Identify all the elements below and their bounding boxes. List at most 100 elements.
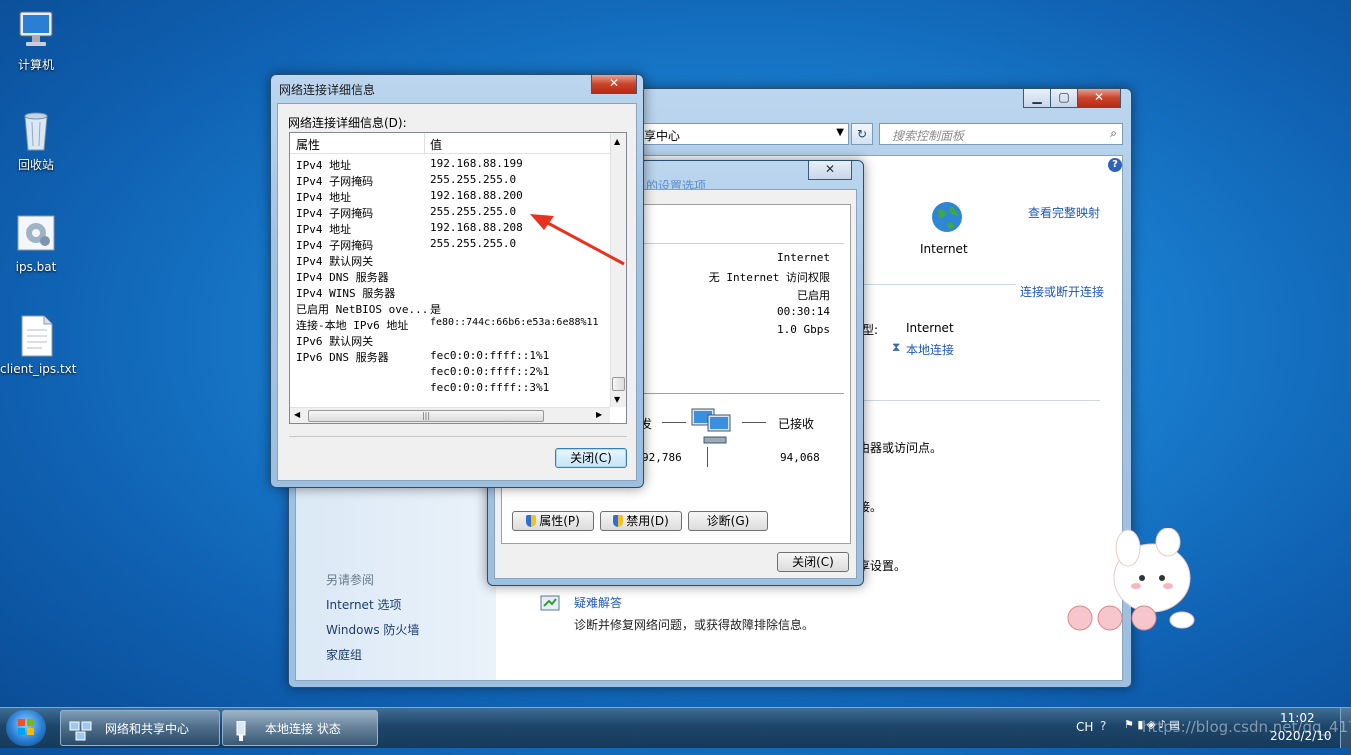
row-property: 已启用 NetBIOS ove...: [296, 303, 429, 316]
show-desktop-button[interactable]: [1340, 708, 1351, 748]
scroll-left-icon[interactable]: ◀: [294, 410, 300, 419]
minimize-button[interactable]: ▁: [1023, 89, 1051, 108]
scroll-down-icon[interactable]: ▼: [614, 395, 620, 404]
duration: 00:30:14: [777, 305, 830, 318]
sidebar-item-internet-options[interactable]: Internet 选项: [326, 596, 401, 613]
close-status-button[interactable]: 关闭(C): [777, 552, 849, 572]
ipv6-connectivity: 无 Internet 访问权限: [708, 271, 830, 284]
desktop-icon-label: 回收站: [17, 158, 54, 172]
close-button[interactable]: ✕: [808, 161, 852, 180]
row-property: IPv4 地址: [296, 191, 352, 204]
list-row[interactable]: IPv4 地址 192.168.88.200: [296, 189, 616, 205]
troubleshoot-link[interactable]: 疑难解答: [574, 594, 622, 611]
troubleshoot-description: 诊断并修复网络问题，或获得故障排除信息。: [574, 618, 815, 632]
taskbar-item-label: 网络和共享中心: [105, 722, 190, 736]
list-row[interactable]: IPv6 默认网关: [296, 333, 616, 349]
start-button[interactable]: [6, 710, 46, 746]
local-connection-link[interactable]: 本地连接: [906, 341, 954, 358]
sidebar-item-homegroup[interactable]: 家庭组: [326, 646, 362, 663]
list-row[interactable]: IPv4 地址 192.168.88.199: [296, 157, 616, 173]
troubleshoot-icon: [540, 594, 560, 615]
text-file-icon: [14, 314, 58, 358]
clock-time[interactable]: 11:02: [1280, 711, 1315, 725]
row-property: IPv4 子网掩码: [296, 175, 374, 188]
scroll-thumb-h[interactable]: |||: [308, 410, 544, 422]
dialog-title: 网络连接详细信息: [279, 83, 376, 97]
list-row[interactable]: IPv4 DNS 服务器: [296, 269, 616, 285]
network-activity-icon: [690, 405, 736, 452]
vertical-scrollbar[interactable]: ▲ ▼: [610, 133, 626, 407]
properties-button[interactable]: 属性(P): [512, 511, 594, 531]
list-row[interactable]: fec0:0:0:ffff::2%1: [296, 365, 616, 381]
details-list[interactable]: 属性 值 IPv4 地址 192.168.88.199 IPv4 子网掩码 255.…: [289, 132, 627, 424]
close-button[interactable]: ✕: [1077, 89, 1121, 108]
desktop-icon-client-ips[interactable]: client_ips.txt: [0, 314, 77, 376]
list-row[interactable]: IPv6 DNS 服务器 fec0:0:0:ffff::1%1: [296, 349, 616, 365]
access-type-label: 型:: [862, 323, 879, 337]
row-value: 255.255.255.0: [430, 237, 517, 250]
row-property: IPv4 地址: [296, 223, 352, 236]
desktop-icon-recycle-bin[interactable]: 回收站: [0, 108, 72, 173]
search-input[interactable]: 搜索控制面板 ⌕: [879, 123, 1123, 145]
disable-button-label: 禁用(D): [626, 514, 669, 528]
help-tray-icon[interactable]: ?: [1100, 719, 1106, 733]
language-indicator[interactable]: CH: [1076, 720, 1093, 734]
search-placeholder: 搜索控制面板: [892, 129, 965, 143]
sidebar-item-firewall[interactable]: Windows 防火墙: [326, 621, 419, 638]
desktop-icon-ips-bat[interactable]: ips.bat: [0, 212, 72, 274]
row-property: IPv4 默认网关: [296, 255, 374, 268]
taskbar-item-connection-status[interactable]: 本地连接 状态: [222, 710, 378, 746]
batch-file-icon: [14, 212, 58, 256]
network-details-dialog: 网络连接详细信息 ✕ 网络连接详细信息(D): 属性 值 IPv4 地址 192.…: [270, 74, 644, 488]
list-row[interactable]: IPv4 子网掩码 255.255.255.0: [296, 173, 616, 189]
maximize-button[interactable]: ▢: [1050, 89, 1078, 108]
list-row[interactable]: 已启用 NetBIOS ove... 是: [296, 301, 616, 317]
view-full-map-link[interactable]: 查看完整映射: [1028, 204, 1100, 221]
column-divider[interactable]: [424, 133, 425, 153]
divider: [707, 447, 708, 467]
red-arrow-annotation: [530, 214, 625, 266]
clock-date[interactable]: 2020/2/10: [1270, 729, 1332, 743]
media-state: 已启用: [797, 289, 830, 302]
router-description: 由器或访问点。: [858, 441, 943, 455]
sticker-decoration: [1064, 527, 1196, 637]
close-details-button[interactable]: 关闭(C): [555, 448, 627, 468]
row-property: 连接-本地 IPv6 地址: [296, 319, 409, 332]
list-row[interactable]: 连接-本地 IPv6 地址 fe80::744c:66b6:e53a:6e88%1…: [296, 317, 616, 333]
row-property: IPv4 WINS 服务器: [296, 287, 396, 300]
row-value: fec0:0:0:ffff::2%1: [430, 365, 550, 378]
network-adapter-icon: ⧗: [892, 340, 901, 354]
bytes-sent: 92,786: [642, 451, 682, 464]
taskbar-item-network-center[interactable]: 网络和共享中心: [60, 710, 220, 746]
row-property: IPv6 DNS 服务器: [296, 351, 389, 364]
desktop-icon-computer[interactable]: 计算机: [0, 8, 72, 73]
divider: [742, 422, 766, 423]
disable-button[interactable]: 禁用(D): [600, 511, 682, 531]
scroll-right-icon[interactable]: ▶: [596, 410, 602, 419]
sharing-description: 享设置。: [858, 559, 907, 573]
help-icon[interactable]: ?: [1108, 158, 1122, 172]
row-value: 是: [430, 303, 441, 316]
address-bar[interactable]: 享中心 ▼: [639, 123, 849, 145]
shield-icon: [526, 515, 537, 527]
received-label: 已接收: [778, 417, 815, 431]
row-value: fec0:0:0:ffff::1%1: [430, 349, 550, 362]
row-value: 192.168.88.200: [430, 189, 523, 202]
scroll-thumb[interactable]: [612, 377, 625, 391]
scroll-up-icon[interactable]: ▲: [614, 137, 620, 146]
close-button[interactable]: ✕: [591, 75, 637, 94]
refresh-icon[interactable]: ↻: [851, 123, 873, 145]
row-property: IPv4 地址: [296, 159, 352, 172]
list-row[interactable]: fec0:0:0:ffff::3%1: [296, 381, 616, 397]
horizontal-scrollbar[interactable]: ◀ ||| ▶: [290, 407, 610, 423]
connect-disconnect-link[interactable]: 连接或断开连接: [1016, 283, 1105, 300]
list-row[interactable]: IPv4 WINS 服务器: [296, 285, 616, 301]
chevron-down-icon[interactable]: ▼: [836, 127, 844, 138]
globe-icon: [930, 200, 964, 237]
diagnose-button[interactable]: 诊断(G): [688, 511, 768, 531]
search-icon: ⌕: [1110, 126, 1117, 140]
shield-icon: [613, 515, 624, 527]
network-center-icon: [69, 719, 93, 741]
column-header-property[interactable]: 属性: [296, 136, 320, 153]
column-header-value[interactable]: 值: [430, 136, 442, 153]
